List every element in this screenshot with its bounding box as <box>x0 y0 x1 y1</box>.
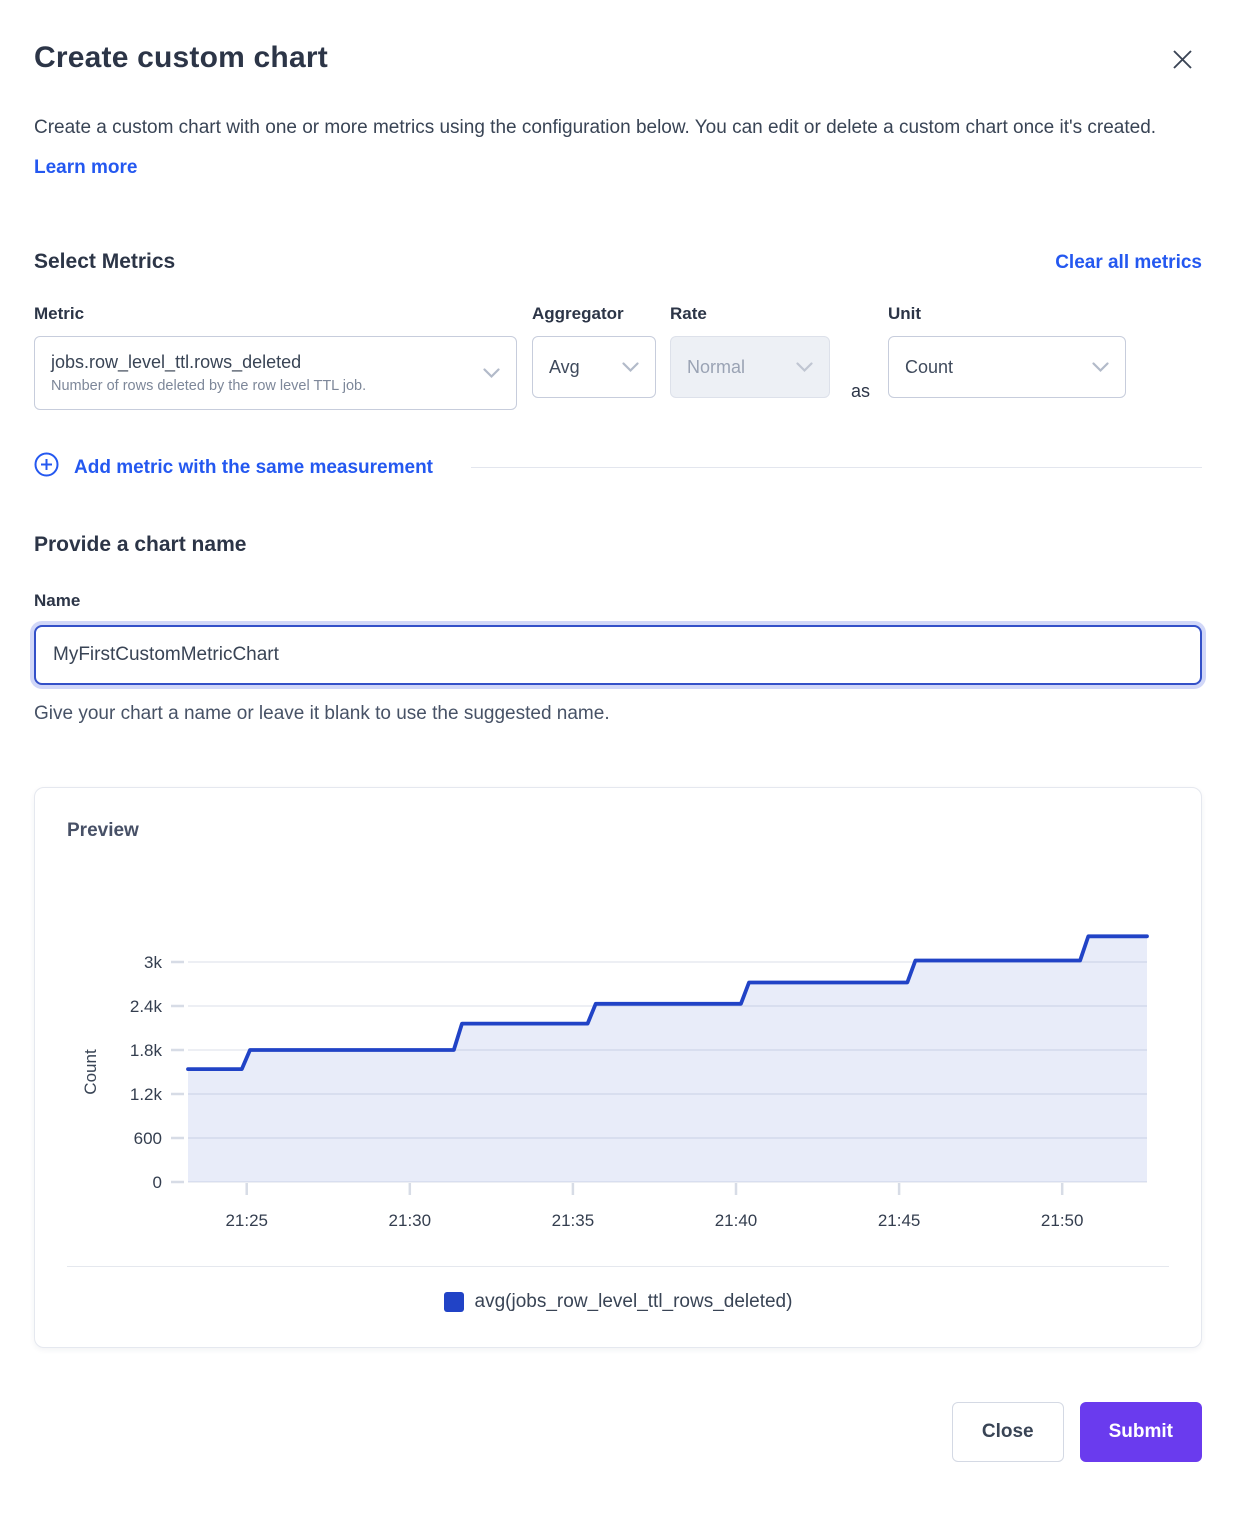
unit-select[interactable]: Count <box>888 336 1126 398</box>
rate-label: Rate <box>670 304 830 324</box>
chevron-down-icon <box>1092 357 1109 378</box>
close-button[interactable]: Close <box>952 1402 1064 1462</box>
svg-text:2.4k: 2.4k <box>130 997 163 1016</box>
chevron-down-icon <box>796 357 813 378</box>
preview-card: Preview 0 600 1.2k 1.8k 2.4k 3k 21:25 21:30 21:3… <box>34 787 1202 1348</box>
select-metrics-heading: Select Metrics <box>34 250 175 274</box>
dialog-description-text: Create a custom chart with one or more m… <box>34 117 1156 138</box>
page-title: Create custom chart <box>34 36 328 80</box>
chevron-down-icon <box>483 363 500 384</box>
chart-area: 0 600 1.2k 1.8k 2.4k 3k 21:25 21:30 21:35 21:40 21… <box>67 882 1169 1240</box>
unit-select-value: Count <box>905 357 953 378</box>
dialog-footer: Close Submit <box>34 1402 1202 1462</box>
clear-all-metrics-link[interactable]: Clear all metrics <box>1055 252 1202 274</box>
svg-text:1.2k: 1.2k <box>130 1085 163 1104</box>
legend-swatch <box>444 1292 464 1312</box>
preview-chart: 0 600 1.2k 1.8k 2.4k 3k 21:25 21:30 21:35 21:40 21… <box>67 882 1173 1240</box>
name-hint: Give your chart a name or leave it blank… <box>34 703 1202 725</box>
chart-legend: avg(jobs_row_level_ttl_rows_deleted) <box>67 1267 1169 1323</box>
svg-text:21:25: 21:25 <box>225 1211 268 1230</box>
svg-text:1.8k: 1.8k <box>130 1041 163 1060</box>
add-metric-link[interactable]: Add metric with the same measurement <box>34 452 433 483</box>
add-metric-row: Add metric with the same measurement <box>34 452 1202 483</box>
svg-text:3k: 3k <box>144 953 162 972</box>
metric-config-row: Metric jobs.row_level_ttl.rows_deleted N… <box>34 304 1202 410</box>
as-label: as <box>851 381 870 410</box>
dialog-header: Create custom chart <box>34 36 1202 82</box>
svg-text:21:35: 21:35 <box>552 1211 595 1230</box>
metric-select-value: jobs.row_level_ttl.rows_deleted <box>51 352 366 373</box>
metric-field: Metric jobs.row_level_ttl.rows_deleted N… <box>34 304 517 410</box>
select-metrics-header: Select Metrics Clear all metrics <box>34 250 1202 274</box>
svg-text:21:40: 21:40 <box>715 1211 758 1230</box>
aggregator-label: Aggregator <box>532 304 656 324</box>
chevron-down-icon <box>622 357 639 378</box>
rate-select: Normal <box>670 336 830 398</box>
chart-name-heading: Provide a chart name <box>34 533 1202 557</box>
close-dialog-button[interactable] <box>1163 40 1202 82</box>
svg-text:Count: Count <box>81 1049 100 1095</box>
learn-more-link[interactable]: Learn more <box>34 157 137 178</box>
metric-select-texts: jobs.row_level_ttl.rows_deleted Number o… <box>51 352 366 394</box>
unit-label: Unit <box>888 304 1126 324</box>
svg-text:600: 600 <box>134 1129 162 1148</box>
add-metric-link-label: Add metric with the same measurement <box>74 457 433 479</box>
name-label: Name <box>34 591 1202 611</box>
unit-field: Unit Count <box>888 304 1126 398</box>
metric-select-description: Number of rows deleted by the row level … <box>51 378 366 394</box>
legend-label: avg(jobs_row_level_ttl_rows_deleted) <box>475 1291 793 1313</box>
aggregator-select-value: Avg <box>549 357 580 378</box>
metric-label: Metric <box>34 304 517 324</box>
rate-field: Rate Normal <box>670 304 830 398</box>
chart-name-input[interactable] <box>34 625 1202 685</box>
svg-text:21:45: 21:45 <box>878 1211 921 1230</box>
aggregator-field: Aggregator Avg <box>532 304 656 398</box>
rate-select-value: Normal <box>687 357 745 378</box>
svg-text:21:30: 21:30 <box>389 1211 432 1230</box>
close-icon <box>1171 59 1194 74</box>
aggregator-select[interactable]: Avg <box>532 336 656 398</box>
plus-circle-icon <box>34 452 59 483</box>
svg-text:0: 0 <box>153 1173 162 1192</box>
divider <box>471 467 1202 468</box>
metric-select[interactable]: jobs.row_level_ttl.rows_deleted Number o… <box>34 336 517 410</box>
submit-button[interactable]: Submit <box>1080 1402 1202 1462</box>
svg-text:21:50: 21:50 <box>1041 1211 1084 1230</box>
dialog-description: Create a custom chart with one or more m… <box>34 108 1194 188</box>
preview-heading: Preview <box>67 820 1169 842</box>
